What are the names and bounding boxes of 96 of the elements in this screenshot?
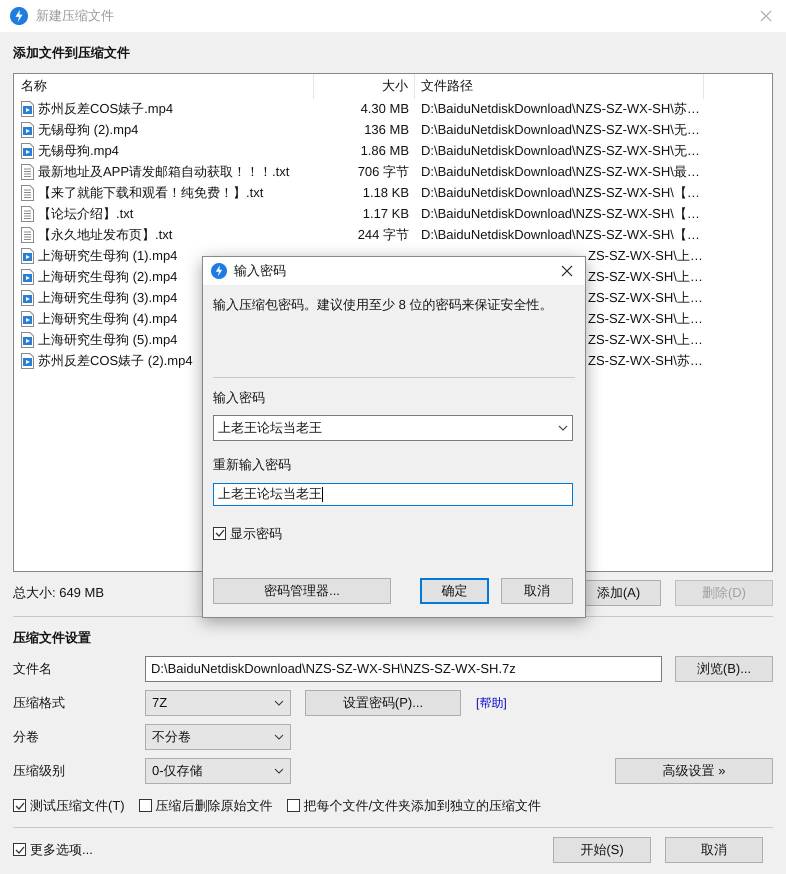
- password-combo-field[interactable]: 上老王论坛当老王: [213, 415, 573, 441]
- app-logo-icon: [10, 7, 28, 25]
- button[interactable]: 取消: [501, 578, 573, 604]
- file-name[interactable]: 上海研究生母狗 (2).mp4: [38, 267, 178, 287]
- file-name[interactable]: 【来了就能下载和观看！纯免费！】.txt: [38, 183, 264, 203]
- button[interactable]: 浏览(B)...: [675, 656, 773, 682]
- file-name[interactable]: 上海研究生母狗 (5).mp4: [38, 330, 178, 350]
- file-path: D:\BaiduNetdiskDownload\NZS-SZ-WX-SH\【…: [421, 206, 700, 222]
- file-path: D:\BaiduNetdiskDownload\NZS-SZ-WX-SH\【…: [421, 227, 700, 242]
- checkmark-icon: [214, 528, 224, 538]
- field-label: 重新输入密码: [213, 456, 292, 474]
- file-path: D:\BaiduNetdiskDownload\NZS-SZ-WX-SH\苏…: [421, 101, 700, 116]
- button[interactable]: 开始(S): [553, 836, 651, 862]
- checkmark-icon: [14, 844, 24, 854]
- section-heading: 压缩文件设置: [13, 628, 92, 646]
- checkbox[interactable]: [213, 526, 226, 540]
- file-path: D:\BaiduNetdiskDownload\NZS-SZ-WX-SH\最…: [421, 164, 700, 180]
- video-file-icon: [21, 332, 34, 348]
- checkbox-label: 更多选项...: [30, 840, 93, 859]
- file-size: 4.30 MB: [360, 101, 409, 116]
- chevron-down-icon: [274, 700, 284, 706]
- help-link[interactable]: [帮助]: [476, 694, 507, 712]
- text-file-icon: [21, 206, 34, 222]
- file-name[interactable]: 无锡母狗.mp4: [38, 141, 119, 161]
- file-name[interactable]: 上海研究生母狗 (4).mp4: [38, 309, 178, 329]
- text-file-icon: [21, 164, 34, 180]
- file-path: ZS-SZ-WX-SH\上…: [588, 311, 703, 326]
- checkbox[interactable]: [13, 843, 26, 856]
- app-logo-icon: [211, 263, 227, 279]
- checkbox-label: 显示密码: [230, 524, 282, 542]
- checkbox[interactable]: [13, 799, 26, 812]
- file-size: 136 MB: [364, 122, 409, 138]
- field-label: 分卷: [13, 728, 40, 746]
- file-path: ZS-SZ-WX-SH\上…: [588, 290, 703, 306]
- section-heading: 添加文件到压缩文件: [13, 44, 131, 62]
- video-file-icon: [21, 101, 34, 117]
- button[interactable]: 取消: [665, 836, 763, 862]
- file-size: 1.86 MB: [360, 143, 409, 158]
- button[interactable]: 密码管理器...: [213, 578, 391, 604]
- checkmark-icon: [14, 800, 24, 811]
- field-label: 文件名: [13, 660, 53, 678]
- chevron-down-icon: [274, 734, 284, 740]
- video-file-icon: [21, 311, 34, 327]
- file-size: 1.17 KB: [362, 206, 409, 222]
- file-name[interactable]: 上海研究生母狗 (1).mp4: [38, 246, 178, 266]
- button[interactable]: 高级设置 »: [615, 758, 773, 784]
- file-path: D:\BaiduNetdiskDownload\NZS-SZ-WX-SH\无…: [421, 143, 700, 158]
- checkbox-label: 测试压缩文件(T): [30, 797, 125, 815]
- description-text: 输入压缩包密码。建议使用至少 8 位的密码来保证安全性。: [213, 296, 554, 314]
- file-size: 1.18 KB: [362, 185, 409, 200]
- file-name[interactable]: 【永久地址发布页】.txt: [38, 225, 172, 245]
- column-header[interactable]: 名称: [14, 74, 314, 98]
- column-header[interactable]: 文件路径: [415, 74, 704, 98]
- video-file-icon: [21, 122, 34, 138]
- file-name[interactable]: 最新地址及APP请发邮箱自动获取！！！.txt: [38, 162, 290, 182]
- video-file-icon: [21, 248, 34, 264]
- dropdown[interactable]: 不分卷: [145, 724, 291, 750]
- file-name[interactable]: 苏州反差COS婊子.mp4: [38, 99, 174, 119]
- file-name[interactable]: 苏州反差COS婊子 (2).mp4: [38, 351, 193, 371]
- column-header[interactable]: 大小: [314, 74, 415, 98]
- filename-field[interactable]: D:\BaiduNetdiskDownload\NZS-SZ-WX-SH\NZS-SZ-WX-SH.7z: [145, 656, 662, 682]
- checkbox-label: 压缩后删除原始文件: [156, 797, 273, 815]
- file-path: ZS-SZ-WX-SH\上…: [588, 248, 703, 264]
- dropdown[interactable]: 7Z: [145, 690, 291, 716]
- chevron-down-icon: [274, 768, 284, 774]
- file-name[interactable]: 【论坛介绍】.txt: [38, 204, 134, 224]
- checkbox[interactable]: [286, 799, 300, 812]
- text-file-icon: [21, 185, 34, 201]
- file-size: 244 字节: [358, 227, 409, 242]
- total-size: 总大小: 649 MB: [13, 584, 104, 600]
- video-file-icon: [21, 143, 34, 159]
- field-label: 压缩级别: [13, 762, 66, 780]
- close-icon[interactable]: [561, 265, 573, 277]
- field-label: 输入密码: [213, 388, 266, 406]
- checkbox[interactable]: [138, 799, 152, 812]
- button[interactable]: 确定: [420, 578, 489, 604]
- file-path: ZS-SZ-WX-SH\上…: [588, 332, 703, 348]
- field-label: 压缩格式: [13, 694, 66, 712]
- video-file-icon: [21, 353, 34, 369]
- dropdown[interactable]: 0-仅存储: [145, 758, 291, 784]
- video-file-icon: [21, 269, 34, 285]
- file-size: 706 字节: [358, 164, 409, 180]
- dialog-title: 输入密码: [234, 262, 286, 280]
- file-path: ZS-SZ-WX-SH\上…: [588, 269, 703, 284]
- file-path: D:\BaiduNetdiskDownload\NZS-SZ-WX-SH\无…: [421, 122, 700, 138]
- file-name[interactable]: 无锡母狗 (2).mp4: [38, 120, 138, 140]
- checkbox-label: 把每个文件/文件夹添加到独立的压缩文件: [304, 797, 542, 815]
- file-path: ZS-SZ-WX-SH\苏…: [588, 353, 703, 368]
- chevron-down-icon: [558, 425, 568, 431]
- file-name[interactable]: 上海研究生母狗 (3).mp4: [38, 288, 178, 308]
- file-path: D:\BaiduNetdiskDownload\NZS-SZ-WX-SH\【…: [421, 185, 700, 200]
- text-file-icon: [21, 227, 34, 243]
- window-title: 新建压缩文件: [36, 7, 114, 26]
- button[interactable]: 设置密码(P)...: [305, 690, 461, 716]
- video-file-icon: [21, 290, 34, 306]
- confirm-password-field[interactable]: 上老王论坛当老王: [213, 482, 573, 506]
